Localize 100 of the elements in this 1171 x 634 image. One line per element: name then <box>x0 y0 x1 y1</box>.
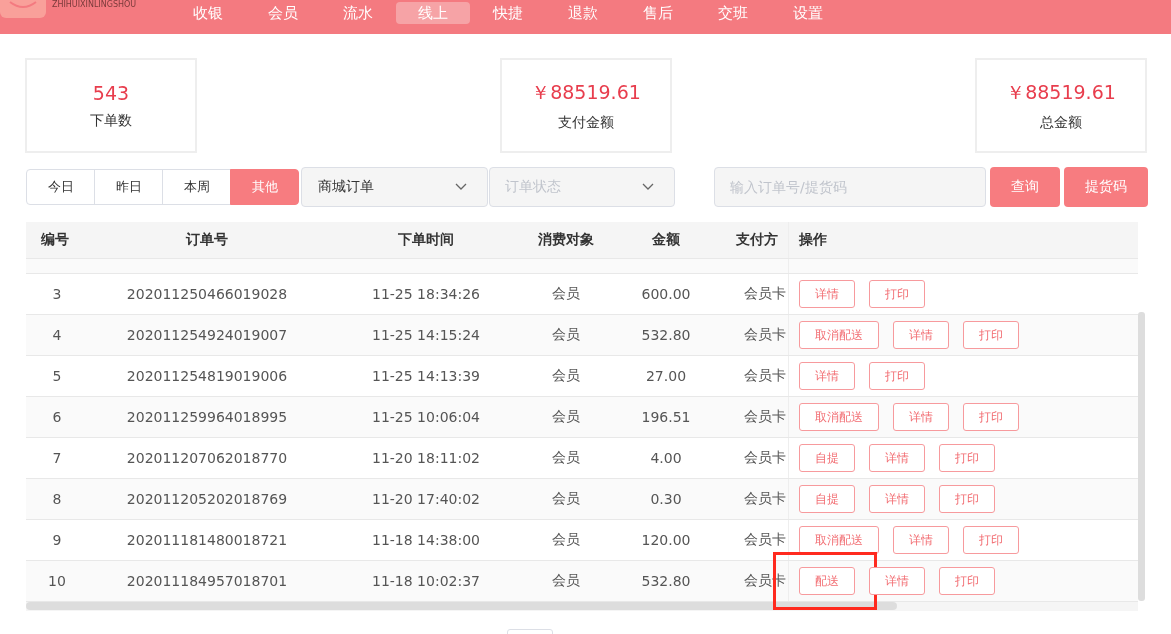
nav-tab[interactable]: 线上 <box>395 2 470 24</box>
row-number: 4 <box>51 327 63 343</box>
order-time: 11-25 14:15:24 <box>371 327 481 343</box>
order-type-dropdown[interactable]: 商城订单 <box>301 167 488 207</box>
action-button[interactable]: 自提 <box>799 485 855 513</box>
action-button[interactable]: 取消配送 <box>799 321 879 349</box>
customer-type: 会员 <box>551 285 581 303</box>
customer-type: 会员 <box>551 326 581 344</box>
logo-text: ZHIHUIXINLINGSHOU <box>52 0 137 9</box>
stat-label: 总金额 <box>1040 113 1082 132</box>
amount: 532.80 <box>640 327 692 343</box>
amount: 600.00 <box>640 286 692 302</box>
order-time: 11-20 18:11:02 <box>371 450 481 466</box>
action-button[interactable]: 打印 <box>869 280 925 308</box>
amount: 532.80 <box>640 573 692 589</box>
column-header: 订单号 <box>184 231 229 249</box>
row-number: 7 <box>51 450 63 466</box>
payment-method: 会员卡 <box>743 408 787 426</box>
customer-type: 会员 <box>551 572 581 590</box>
amount: 27.00 <box>644 368 688 384</box>
nav-tab[interactable]: 设置 <box>770 2 845 24</box>
nav-tab[interactable]: 退款 <box>545 2 620 24</box>
column-header: 消费对象 <box>537 231 595 249</box>
scrollbar[interactable] <box>26 602 897 610</box>
column-header: 下单时间 <box>397 231 455 249</box>
action-button[interactable]: 打印 <box>939 444 995 472</box>
order-number: 202011184957018701 <box>125 573 289 589</box>
action-button[interactable]: 详情 <box>799 280 855 308</box>
nav-tab[interactable]: 交班 <box>695 2 770 24</box>
action-button[interactable]: 自提 <box>799 444 855 472</box>
order-time: 11-20 17:40:02 <box>371 491 481 507</box>
column-header: 支付方 <box>735 231 779 249</box>
stat-value: 543 <box>92 81 130 104</box>
column-header: 金额 <box>651 231 681 249</box>
action-button[interactable]: 详情 <box>869 444 925 472</box>
action-button[interactable]: 详情 <box>893 526 949 554</box>
column-header: 编号 <box>40 231 70 249</box>
nav-tab[interactable]: 快捷 <box>470 2 545 24</box>
order-time: 11-25 10:06:04 <box>371 409 481 425</box>
action-button[interactable]: 详情 <box>869 567 925 595</box>
stat-label: 支付金额 <box>558 113 614 132</box>
chevron-down-icon <box>642 183 654 191</box>
nav-tab[interactable]: 会员 <box>245 2 320 24</box>
order-number: 202011181480018721 <box>125 532 289 548</box>
nav-tab[interactable]: 售后 <box>620 2 695 24</box>
action-button[interactable]: 配送 <box>799 567 855 595</box>
amount: 0.30 <box>649 491 683 507</box>
action-button[interactable]: 打印 <box>963 403 1019 431</box>
action-button[interactable]: 详情 <box>869 485 925 513</box>
payment-method: 会员卡 <box>743 531 787 549</box>
action-button[interactable]: 打印 <box>939 485 995 513</box>
nav-tab[interactable]: 流水 <box>320 2 395 24</box>
period-tab[interactable]: 本周 <box>162 169 231 205</box>
period-tab[interactable]: 其他 <box>230 169 299 205</box>
stat-value: ￥88519.61 <box>531 79 641 105</box>
action-button[interactable]: 打印 <box>939 567 995 595</box>
period-tab[interactable]: 今日 <box>26 169 95 205</box>
period-tab[interactable]: 昨日 <box>94 169 163 205</box>
payment-method: 会员卡 <box>743 285 787 303</box>
row-number: 10 <box>47 573 67 589</box>
amount: 4.00 <box>649 450 683 466</box>
order-time: 11-18 14:38:00 <box>371 532 481 548</box>
customer-type: 会员 <box>551 408 581 426</box>
customer-type: 会员 <box>551 490 581 508</box>
order-number: 202011254924019007 <box>125 327 289 343</box>
customer-type: 会员 <box>551 367 581 385</box>
action-button[interactable]: 取消配送 <box>799 526 879 554</box>
row-number: 5 <box>51 368 63 384</box>
order-number: 202011259964018995 <box>125 409 289 425</box>
pickup-code-button[interactable]: 提货码 <box>1064 167 1148 207</box>
stat-label: 下单数 <box>90 111 132 130</box>
payment-method: 会员卡 <box>743 449 787 467</box>
order-time: 11-18 10:02:37 <box>371 573 481 589</box>
payment-method: 会员卡 <box>743 490 787 508</box>
action-button[interactable]: 打印 <box>869 362 925 390</box>
stat-value: ￥88519.61 <box>1006 79 1116 105</box>
action-button[interactable]: 详情 <box>893 321 949 349</box>
nav-tab[interactable]: 收银 <box>170 2 245 24</box>
action-button[interactable]: 打印 <box>963 321 1019 349</box>
payment-method: 会员卡 <box>743 367 787 385</box>
customer-type: 会员 <box>551 449 581 467</box>
action-button[interactable]: 详情 <box>893 403 949 431</box>
order-number: 202011205202018769 <box>125 491 289 507</box>
order-time: 11-25 18:34:26 <box>371 286 481 302</box>
payment-method: 会员卡 <box>743 326 787 344</box>
order-number: 202011254819019006 <box>125 368 289 384</box>
scrollbar[interactable] <box>1138 312 1145 601</box>
order-number: 202011250466019028 <box>125 286 289 302</box>
order-number: 202011207062018770 <box>125 450 289 466</box>
chevron-down-icon <box>455 183 467 191</box>
action-button[interactable]: 取消配送 <box>799 403 879 431</box>
query-button[interactable]: 查询 <box>990 167 1060 207</box>
row-number: 3 <box>51 286 63 302</box>
amount: 196.51 <box>640 409 692 425</box>
customer-type: 会员 <box>551 531 581 549</box>
order-time: 11-25 14:13:39 <box>371 368 481 384</box>
amount: 120.00 <box>640 532 692 548</box>
action-button[interactable]: 打印 <box>963 526 1019 554</box>
row-number: 6 <box>51 409 63 425</box>
action-button[interactable]: 详情 <box>799 362 855 390</box>
